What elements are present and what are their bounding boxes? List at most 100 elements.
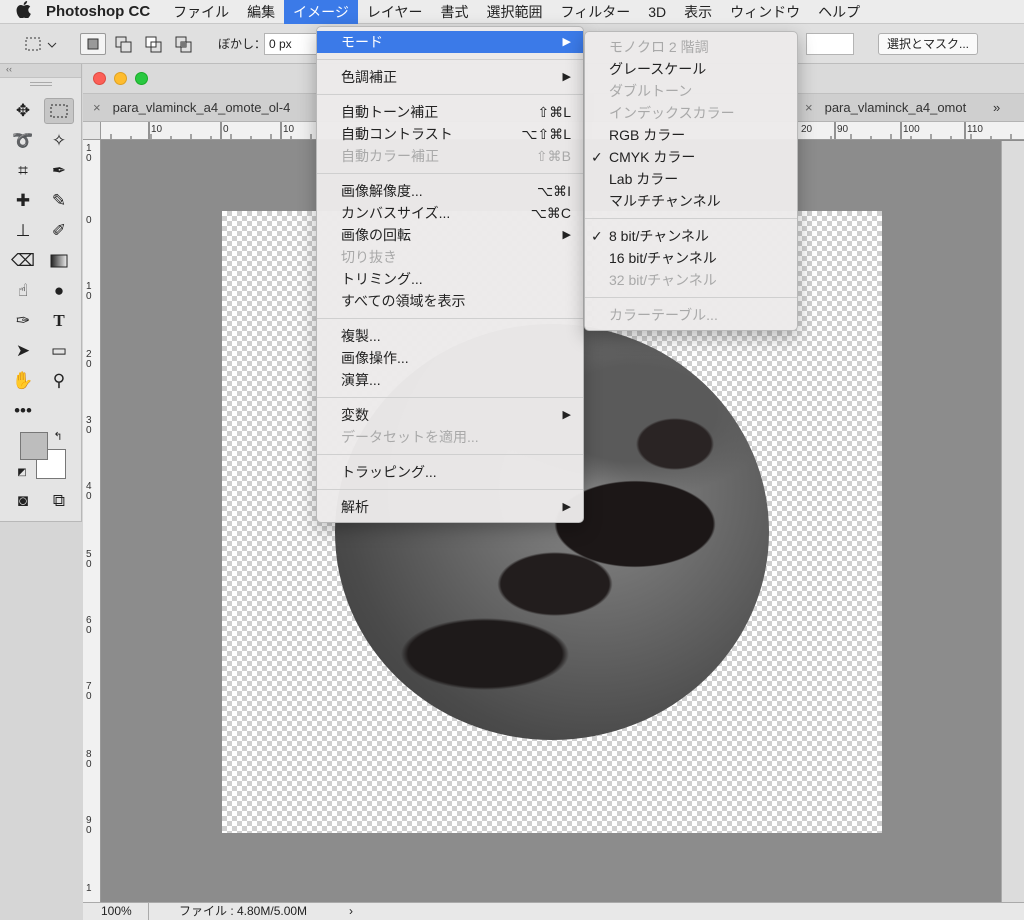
menu-item[interactable]: Lab カラー bbox=[585, 168, 797, 190]
path-selection-tool-icon[interactable]: ➤ bbox=[8, 338, 38, 364]
menu-item[interactable]: 色調補正 ▶ bbox=[317, 66, 583, 88]
document-tab[interactable]: × para_vlaminck_a4_omote_ol-4 bbox=[83, 94, 323, 122]
menu-item[interactable]: RGB カラー bbox=[585, 124, 797, 146]
menu-item-label: データセットを適用... bbox=[341, 429, 479, 445]
menu-select[interactable]: 選択範囲 bbox=[477, 0, 551, 24]
ruler-tick-label: 2 0 bbox=[86, 349, 92, 370]
zoom-tool-icon[interactable]: ⚲ bbox=[44, 368, 74, 394]
menu-item[interactable]: 画像の回転 ▶ bbox=[317, 224, 583, 246]
menu-item[interactable]: モード ▶ bbox=[317, 31, 583, 53]
foreground-color-swatch[interactable] bbox=[20, 432, 48, 460]
rectangle-tool-icon[interactable]: ▭ bbox=[44, 338, 74, 364]
new-selection-icon[interactable] bbox=[80, 33, 106, 55]
height-input[interactable] bbox=[806, 33, 854, 55]
feather-input[interactable]: 0 px bbox=[264, 33, 320, 55]
menu-item[interactable]: トリミング... bbox=[317, 268, 583, 290]
eraser-tool-icon[interactable]: ⌫ bbox=[8, 248, 38, 274]
menu-item[interactable]: 演算... bbox=[317, 369, 583, 391]
menu-item[interactable]: 16 bit/チャンネル bbox=[585, 247, 797, 269]
menu-item[interactable]: カンバスサイズ... ⌥⌘C bbox=[317, 202, 583, 224]
app-name[interactable]: Photoshop CC bbox=[46, 3, 150, 20]
pen-tool-icon[interactable]: ✑ bbox=[8, 308, 38, 334]
intersect-selection-icon[interactable] bbox=[172, 33, 196, 55]
close-icon[interactable]: × bbox=[805, 100, 813, 115]
menu-view[interactable]: 表示 bbox=[675, 0, 721, 24]
menu-item-label: トラッピング... bbox=[341, 464, 437, 480]
more-tools-icon[interactable]: ••• bbox=[8, 398, 38, 424]
menu-help[interactable]: ヘルプ bbox=[809, 0, 869, 24]
menu-item[interactable]: 自動トーン補正 ⇧⌘L bbox=[317, 101, 583, 123]
document-tab[interactable]: × para_vlaminck_a4_omot bbox=[795, 94, 995, 122]
menu-type[interactable]: 書式 bbox=[431, 0, 477, 24]
close-icon[interactable]: × bbox=[93, 100, 101, 115]
close-window-icon[interactable] bbox=[93, 72, 106, 85]
submenu-arrow-icon: ▶ bbox=[562, 501, 571, 513]
minimize-window-icon[interactable] bbox=[114, 72, 127, 85]
menu-item[interactable]: ✓ 8 bit/チャンネル bbox=[585, 225, 797, 247]
apple-icon[interactable] bbox=[0, 0, 46, 23]
default-colors-icon[interactable]: ◩ bbox=[14, 464, 30, 480]
zoom-level[interactable]: 100% bbox=[87, 903, 149, 920]
dodge-tool-icon[interactable]: ● bbox=[44, 278, 74, 304]
menu-item-label: 8 bit/チャンネル bbox=[609, 228, 709, 244]
menu-item[interactable]: ✓ CMYK カラー bbox=[585, 146, 797, 168]
clone-stamp-tool-icon[interactable]: ⊥ bbox=[8, 218, 38, 244]
magic-wand-tool-icon[interactable]: ✧ bbox=[44, 128, 74, 154]
menu-item[interactable]: すべての領域を表示 bbox=[317, 290, 583, 312]
menu-item[interactable]: トラッピング... bbox=[317, 461, 583, 483]
menu-item-label: 色調補正 bbox=[341, 69, 397, 85]
menu-item[interactable]: 画像操作... bbox=[317, 347, 583, 369]
menu-3d[interactable]: 3D bbox=[639, 0, 675, 24]
file-size-info: ファイル : 4.80M/5.00M bbox=[179, 904, 308, 918]
menu-item[interactable]: グレースケール bbox=[585, 58, 797, 80]
menu-edit[interactable]: 編集 bbox=[238, 0, 284, 24]
menu-shortcut: ⌥⇧⌘L bbox=[521, 126, 571, 142]
type-tool-icon[interactable]: T bbox=[44, 308, 74, 334]
hand-tool-icon[interactable]: ✋ bbox=[8, 368, 38, 394]
screen-mode-icon[interactable]: ⧉ bbox=[44, 488, 74, 514]
menu-file[interactable]: ファイル bbox=[164, 0, 238, 24]
menu-item-label: 解析 bbox=[341, 499, 369, 515]
move-tool-icon[interactable]: ✥ bbox=[8, 98, 38, 124]
select-and-mask-button[interactable]: 選択とマスク... bbox=[878, 33, 979, 55]
menu-separator bbox=[317, 454, 583, 455]
menu-item: 32 bit/チャンネル bbox=[585, 269, 797, 291]
panel-grip[interactable] bbox=[30, 82, 52, 86]
menu-item[interactable]: 解析 ▶ bbox=[317, 496, 583, 518]
menu-item[interactable]: 複製... bbox=[317, 325, 583, 347]
marquee-preset-picker[interactable] bbox=[22, 33, 62, 55]
vertical-ruler[interactable]: 1 0 0 1 0 2 0 3 0 4 0 5 0 6 0 7 0 8 0 9 … bbox=[83, 140, 101, 902]
menu-separator bbox=[317, 94, 583, 95]
history-brush-tool-icon[interactable]: ✐ bbox=[44, 218, 74, 244]
crop-tool-icon[interactable]: ⌗ bbox=[8, 158, 38, 184]
menu-item[interactable]: 画像解像度... ⌥⌘I bbox=[317, 180, 583, 202]
menu-item[interactable]: 自動コントラスト ⌥⇧⌘L bbox=[317, 123, 583, 145]
ruler-tick-label: 100 bbox=[903, 124, 920, 135]
ruler-origin[interactable] bbox=[83, 122, 101, 140]
menu-window[interactable]: ウィンドウ bbox=[721, 0, 809, 24]
eyedropper-tool-icon[interactable]: ✒ bbox=[44, 158, 74, 184]
menu-item: データセットを適用... bbox=[317, 426, 583, 448]
menu-item[interactable]: マルチチャンネル bbox=[585, 190, 797, 212]
menu-image[interactable]: イメージ bbox=[284, 0, 358, 24]
status-menu-icon[interactable]: › bbox=[349, 903, 353, 920]
subtract-selection-icon[interactable] bbox=[142, 33, 166, 55]
lasso-tool-icon[interactable]: ➰ bbox=[8, 128, 38, 154]
brush-tool-icon[interactable]: ✎ bbox=[44, 188, 74, 214]
quick-mask-icon[interactable]: ◙ bbox=[8, 488, 38, 514]
zoom-window-icon[interactable] bbox=[135, 72, 148, 85]
gradient-tool-icon[interactable] bbox=[44, 248, 74, 274]
panel-collapse-icon[interactable]: ‹‹ bbox=[0, 64, 81, 78]
menu-item[interactable]: 変数 ▶ bbox=[317, 404, 583, 426]
menu-layer[interactable]: レイヤー bbox=[358, 0, 432, 24]
smudge-tool-icon[interactable]: ☝ bbox=[8, 278, 38, 304]
menu-filter[interactable]: フィルター bbox=[551, 0, 639, 24]
healing-brush-tool-icon[interactable]: ✚ bbox=[8, 188, 38, 214]
marquee-tool-icon[interactable] bbox=[44, 98, 74, 124]
vertical-scrollbar[interactable] bbox=[1001, 141, 1024, 902]
menu-separator bbox=[317, 489, 583, 490]
ruler-tick-label: 9 0 bbox=[86, 815, 92, 836]
add-selection-icon[interactable] bbox=[112, 33, 136, 55]
swap-colors-icon[interactable]: ↰ bbox=[50, 428, 66, 444]
tab-overflow-icon[interactable]: » bbox=[993, 94, 1000, 122]
